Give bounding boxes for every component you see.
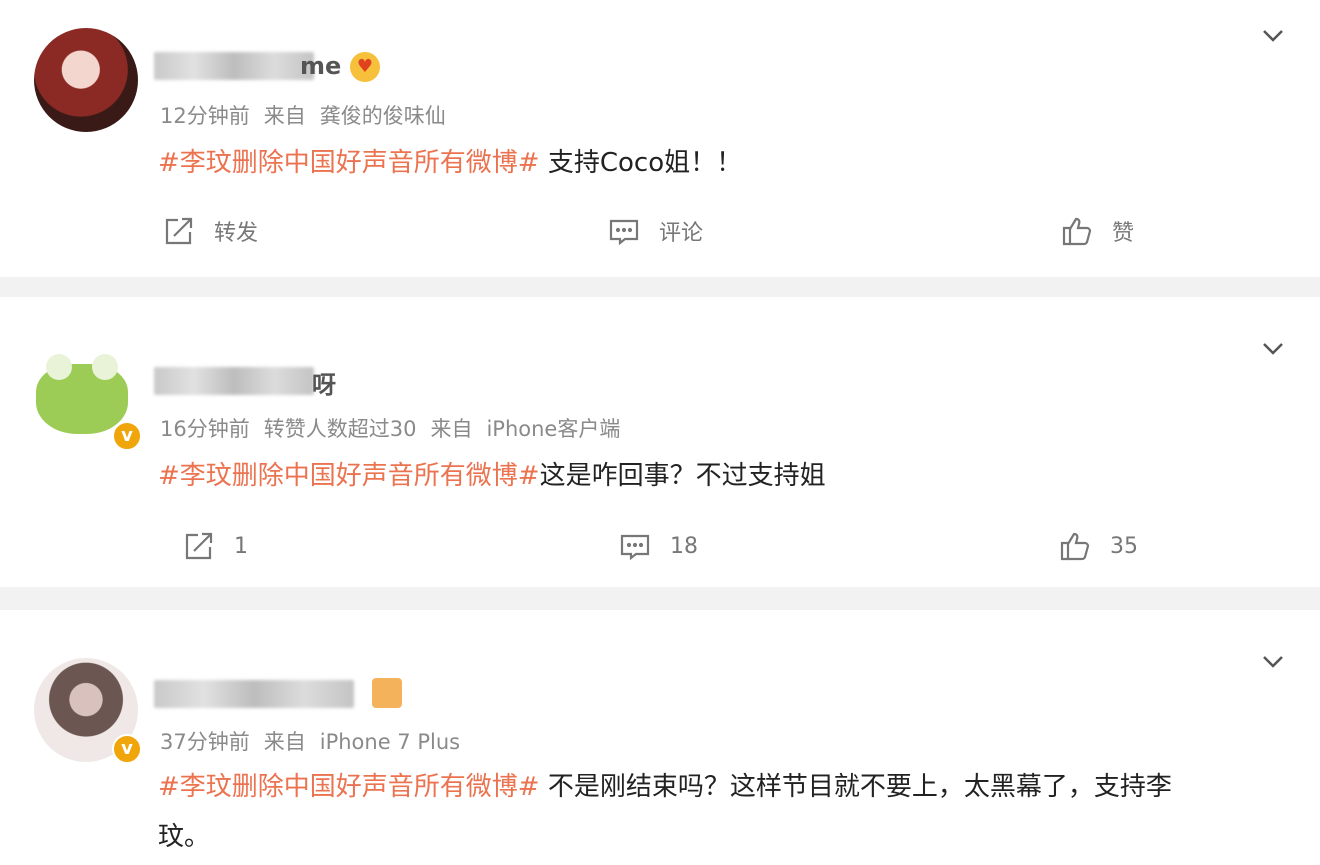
weibo-post: v 37分钟前 来自 iPhone 7 Plus #李玟删除中国好声音所有微博# 不… <box>0 610 1320 865</box>
topic-link[interactable]: #李玟删除中国好声音所有微博# <box>158 772 540 802</box>
repost-label: 转发 <box>214 221 259 246</box>
username[interactable]: me <box>300 52 341 80</box>
member-badge-icon[interactable] <box>372 678 402 708</box>
like-button[interactable]: 35 <box>1058 529 1138 563</box>
chevron-down-icon[interactable] <box>1260 22 1286 48</box>
chevron-down-icon[interactable] <box>1260 648 1286 674</box>
comment-icon <box>609 219 639 246</box>
source-prefix: 来自 <box>430 417 473 441</box>
weibo-post: v 呀 16分钟前 转赞人数超过30 来自 iPhone客户端 #李玟删除中国好声音所… <box>0 297 1320 587</box>
comment-icon <box>620 534 650 561</box>
repost-button[interactable]: 1 <box>182 529 248 563</box>
verified-icon: v <box>112 734 142 764</box>
post-source[interactable]: 龚俊的俊味仙 <box>320 104 446 128</box>
hot-count: 转赞人数超过30 <box>263 417 417 441</box>
source-prefix: 来自 <box>263 730 306 754</box>
topic-link[interactable]: #李玟删除中国好声音所有微博# <box>158 148 540 178</box>
post-content: #李玟删除中国好声音所有微博# 支持Coco姐！！ <box>158 142 742 179</box>
member-badge-icon[interactable]: ♥ <box>350 52 380 82</box>
like-button[interactable]: 赞 <box>1060 214 1134 248</box>
weibo-post: me ♥ 12分钟前 来自 龚俊的俊味仙 #李玟删除中国好声音所有微博# 支持Coc… <box>0 0 1320 277</box>
username-blurred[interactable] <box>154 680 354 708</box>
comment-label: 评论 <box>659 221 704 246</box>
post-text-line2: 玟。 <box>158 822 211 852</box>
username[interactable]: 呀 <box>312 365 336 400</box>
like-count: 35 <box>1110 533 1138 559</box>
username-blurred[interactable] <box>154 52 314 80</box>
post-source[interactable]: iPhone客户端 <box>486 417 620 441</box>
comment-button[interactable]: 18 <box>618 529 698 563</box>
repost-count: 1 <box>234 533 248 559</box>
repost-icon <box>165 217 193 245</box>
post-meta: 12分钟前 来自 龚俊的俊味仙 <box>160 100 460 130</box>
post-meta: 37分钟前 来自 iPhone 7 Plus <box>160 726 474 756</box>
post-time[interactable]: 16分钟前 <box>160 417 250 441</box>
post-time[interactable]: 37分钟前 <box>160 730 250 754</box>
repost-icon <box>185 532 213 560</box>
post-text: 不是刚结束吗？这样节目就不要上，太黑幕了，支持李 <box>539 772 1172 802</box>
post-content: #李玟删除中国好声音所有微博#这是咋回事？不过支持姐 <box>158 455 826 492</box>
username-blurred[interactable] <box>154 367 314 395</box>
chevron-down-icon[interactable] <box>1260 335 1286 361</box>
avatar[interactable] <box>34 28 138 132</box>
like-icon <box>1060 532 1090 561</box>
post-time[interactable]: 12分钟前 <box>160 104 250 128</box>
comment-count: 18 <box>670 533 698 559</box>
post-content-continued: 玟。 <box>158 816 210 853</box>
source-prefix: 来自 <box>263 104 306 128</box>
comment-button[interactable]: 评论 <box>607 214 703 248</box>
like-icon <box>1062 217 1092 246</box>
post-meta: 16分钟前 转赞人数超过30 来自 iPhone客户端 <box>160 413 634 443</box>
post-text: 这是咋回事？不过支持姐 <box>539 461 826 491</box>
like-label: 赞 <box>1112 221 1135 246</box>
repost-button[interactable]: 转发 <box>162 214 258 248</box>
post-text: 支持Coco姐！！ <box>539 148 743 178</box>
post-content: #李玟删除中国好声音所有微博# 不是刚结束吗？这样节目就不要上，太黑幕了，支持李 <box>158 766 1172 803</box>
verified-icon: v <box>112 421 142 451</box>
topic-link[interactable]: #李玟删除中国好声音所有微博# <box>158 461 540 491</box>
post-source[interactable]: iPhone 7 Plus <box>320 730 460 754</box>
